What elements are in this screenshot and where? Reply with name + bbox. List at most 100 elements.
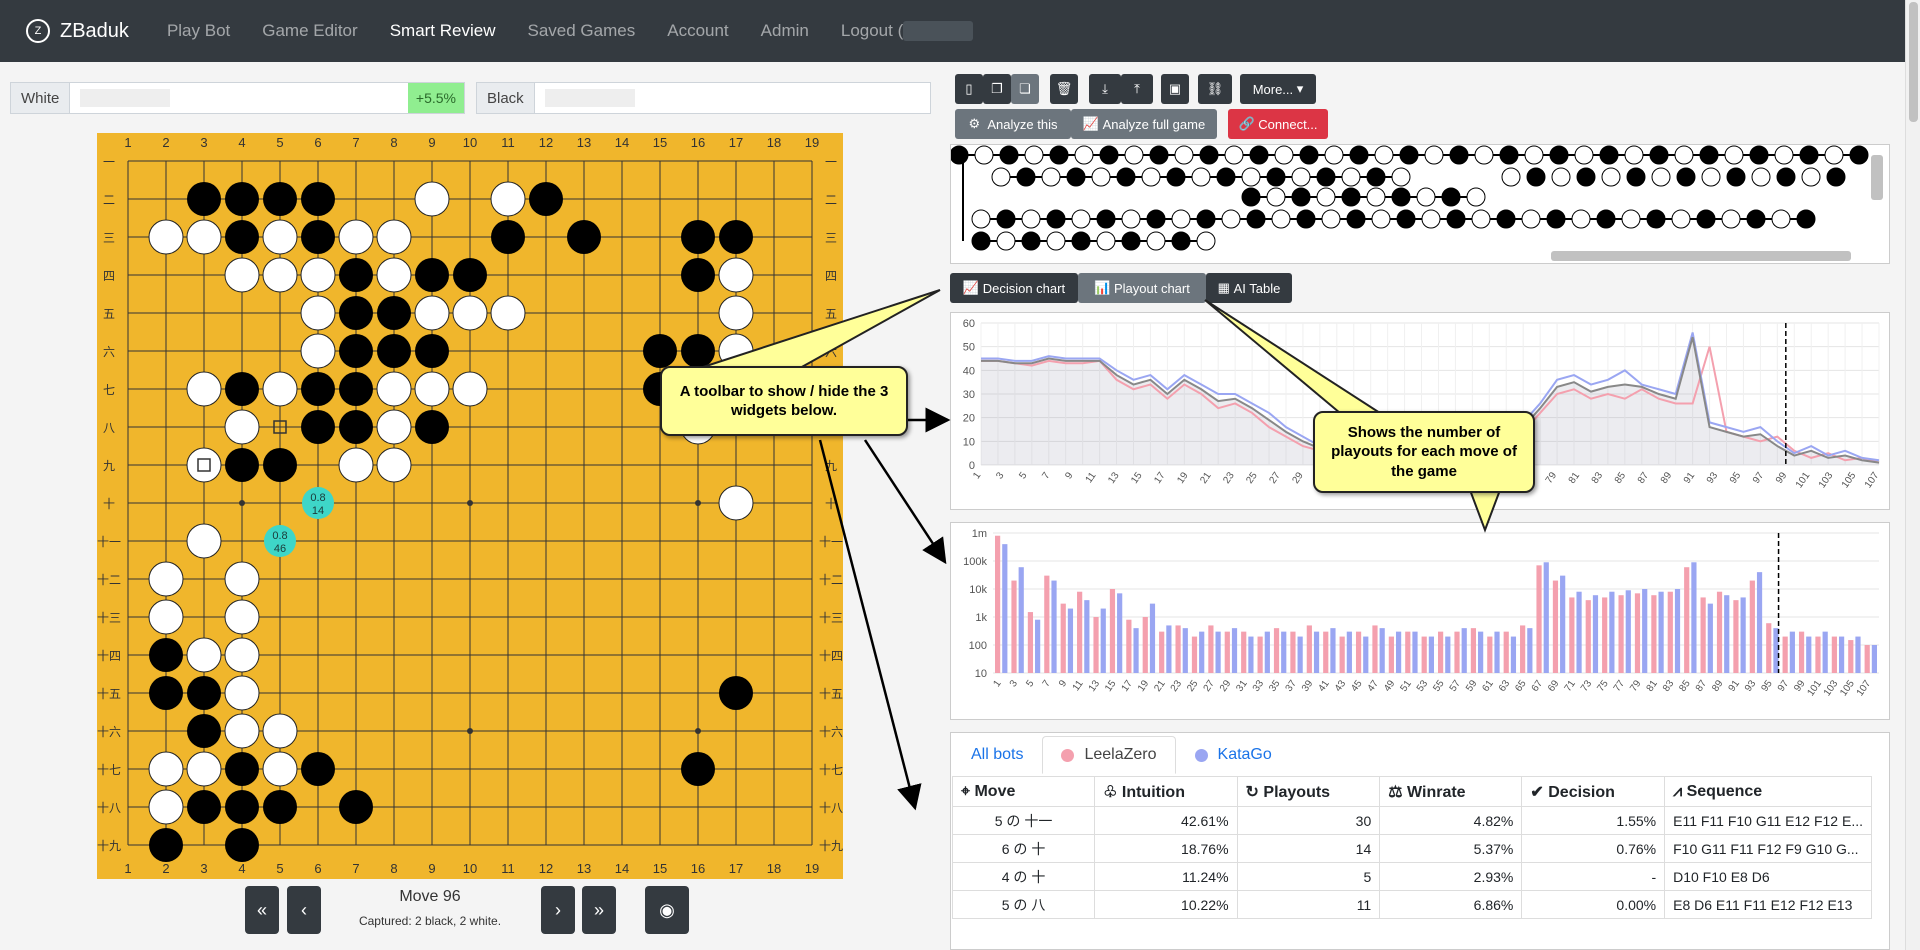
- nav-admin[interactable]: Admin: [761, 21, 809, 41]
- table-row[interactable]: 6 の 十 18.76% 14 5.37% 0.76% F10 G11 F11 F12 F…: [951, 834, 1872, 863]
- nav-saved-games[interactable]: Saved Games: [528, 21, 636, 41]
- playout-bar: [1323, 631, 1329, 673]
- playout-bar: [1543, 562, 1549, 673]
- tree-node: [1576, 167, 1596, 187]
- table-row[interactable]: 4 の 十 11.24% 5 2.93% - D10 F10 E8 D6: [951, 862, 1872, 891]
- nav-play-bot[interactable]: Play Bot: [167, 21, 230, 41]
- playout-bar: [1609, 591, 1615, 673]
- x-tick-label: 39: [1300, 678, 1316, 694]
- tree-scroll-thumb: [1871, 155, 1883, 200]
- tree-node: [1346, 209, 1366, 229]
- x-tick-label: 59: [1464, 678, 1480, 694]
- x-tick-label: 23: [1169, 678, 1185, 694]
- connect-button[interactable]: 🔗 Connect...: [1228, 109, 1328, 139]
- page-scrollbar[interactable]: [1905, 0, 1920, 950]
- nav-smart-review[interactable]: Smart Review: [390, 21, 496, 41]
- row-label: 十二: [819, 573, 843, 587]
- black-stone: [681, 258, 715, 292]
- crosshair-icon: ⌖: [961, 782, 971, 800]
- white-stone: [262, 257, 298, 293]
- playout-bar: [1798, 631, 1805, 673]
- col-sequence[interactable]: ⩘ Sequence: [1664, 776, 1872, 807]
- eye-toggle-button[interactable]: ◉: [645, 886, 689, 934]
- white-stone: [224, 713, 260, 749]
- first-move-button[interactable]: «: [245, 886, 279, 934]
- x-tick-label: 103: [1817, 470, 1836, 490]
- playout-bar: [1848, 640, 1854, 673]
- copy-button[interactable]: ❐: [983, 74, 1011, 104]
- tab-katago[interactable]: KataGo: [1176, 736, 1291, 774]
- redacted-username: [903, 21, 974, 42]
- table-cell: 5 の 八: [951, 890, 1096, 919]
- analyze-this-button[interactable]: ⚙ Analyze this: [955, 109, 1071, 139]
- ai-table-toggle[interactable]: ▦ AI Table: [1206, 273, 1292, 303]
- brand[interactable]: Z ZBaduk: [26, 19, 129, 43]
- table-cell: 11.24%: [1094, 862, 1238, 891]
- more-dropdown[interactable]: More... ▾: [1240, 74, 1316, 104]
- playout-bar: [1487, 636, 1493, 673]
- nav-logout[interactable]: Logout (: [841, 21, 974, 42]
- row-label: 一: [825, 155, 837, 169]
- tree-node: [1474, 145, 1494, 165]
- tree-node: [1046, 209, 1066, 229]
- download-button[interactable]: ⤓: [1089, 74, 1121, 104]
- col-decision[interactable]: ✔ Decision: [1521, 776, 1666, 807]
- delete-button[interactable]: 🗑: [1050, 74, 1078, 104]
- tree-node: [1221, 209, 1241, 229]
- game-tree[interactable]: [949, 145, 1889, 263]
- col-move[interactable]: ⌖ Move: [951, 776, 1096, 807]
- tree-node: [1466, 187, 1486, 207]
- paste-button[interactable]: ❏: [1011, 74, 1039, 104]
- table-row[interactable]: 5 の 十一 42.61% 30 4.82% 1.55% E11 F11 F10 G11 …: [951, 806, 1872, 835]
- tab-katago-label: KataGo: [1217, 746, 1272, 763]
- playout-chart-toggle[interactable]: 📊 Playout chart: [1078, 273, 1206, 303]
- nav-game-editor[interactable]: Game Editor: [262, 21, 357, 41]
- playout-bar: [1199, 631, 1205, 673]
- upload-icon: ⤒: [1134, 81, 1140, 96]
- white-stone: [338, 447, 374, 483]
- col-label: 19: [805, 135, 819, 150]
- new-file-button[interactable]: ▯: [955, 74, 983, 104]
- row-label: 十二: [97, 573, 121, 587]
- analyze-this-label: Analyze this: [987, 116, 1058, 132]
- go-board[interactable]: 1 1 2 2 3 3 4 4 5 5 6 6 7 7 8 8 9 9 10 10 11 11 12 12 13 13 14 14 15…: [97, 133, 843, 879]
- playout-bar: [1569, 597, 1575, 673]
- game-tree-panel[interactable]: [949, 144, 1890, 264]
- white-stone: [148, 751, 184, 787]
- white-stone: [300, 295, 336, 331]
- save-button[interactable]: ▣: [1161, 74, 1189, 104]
- tab-all-bots[interactable]: All bots: [952, 736, 1042, 774]
- col-label: 19: [805, 861, 819, 876]
- tab-leelazero[interactable]: LeelaZero: [1042, 736, 1176, 774]
- playout-bar: [1264, 631, 1270, 673]
- col-label: 1: [124, 861, 131, 876]
- tree-node: [1171, 209, 1191, 229]
- playout-bar: [1602, 597, 1608, 673]
- upload-button[interactable]: ⤒: [1121, 74, 1153, 104]
- col-intuition[interactable]: ♧ Intuition: [1094, 776, 1238, 807]
- x-tick-label: 65: [1513, 678, 1529, 694]
- nav-account[interactable]: Account: [667, 21, 728, 41]
- last-move-button[interactable]: »: [582, 886, 616, 934]
- analyze-full-game-button[interactable]: 📈 Analyze full game: [1071, 109, 1217, 139]
- decision-chart-toggle[interactable]: 📈 Decision chart: [950, 273, 1078, 303]
- tree-node: [1696, 209, 1716, 229]
- table-row[interactable]: 5 の 八 10.22% 11 6.86% 0.00% E8 D6 E11 F11 E12…: [951, 890, 1872, 919]
- row-label: 十五: [97, 687, 121, 701]
- col-winrate[interactable]: ⚖ Winrate: [1379, 776, 1523, 807]
- table-cell: 11: [1236, 890, 1381, 919]
- playout-bar: [1100, 608, 1106, 673]
- row-label: 六: [103, 345, 115, 359]
- go-board-canvas[interactable]: 1122334455667788991010111112121313141415…: [97, 133, 843, 879]
- white-stone: [452, 295, 488, 331]
- x-tick-label: 43: [1333, 678, 1349, 694]
- next-move-button[interactable]: ›: [541, 886, 575, 934]
- playout-bar: [1445, 636, 1451, 673]
- page-scrollbar-thumb[interactable]: [1909, 2, 1918, 122]
- playout-bar: [1149, 603, 1156, 673]
- col-playouts[interactable]: ↻ Playouts: [1236, 776, 1381, 807]
- share-button[interactable]: ⛓: [1198, 74, 1232, 104]
- x-tick-label: 7: [1041, 678, 1053, 689]
- prev-move-button[interactable]: ‹: [287, 886, 321, 934]
- tree-node: [1446, 209, 1466, 229]
